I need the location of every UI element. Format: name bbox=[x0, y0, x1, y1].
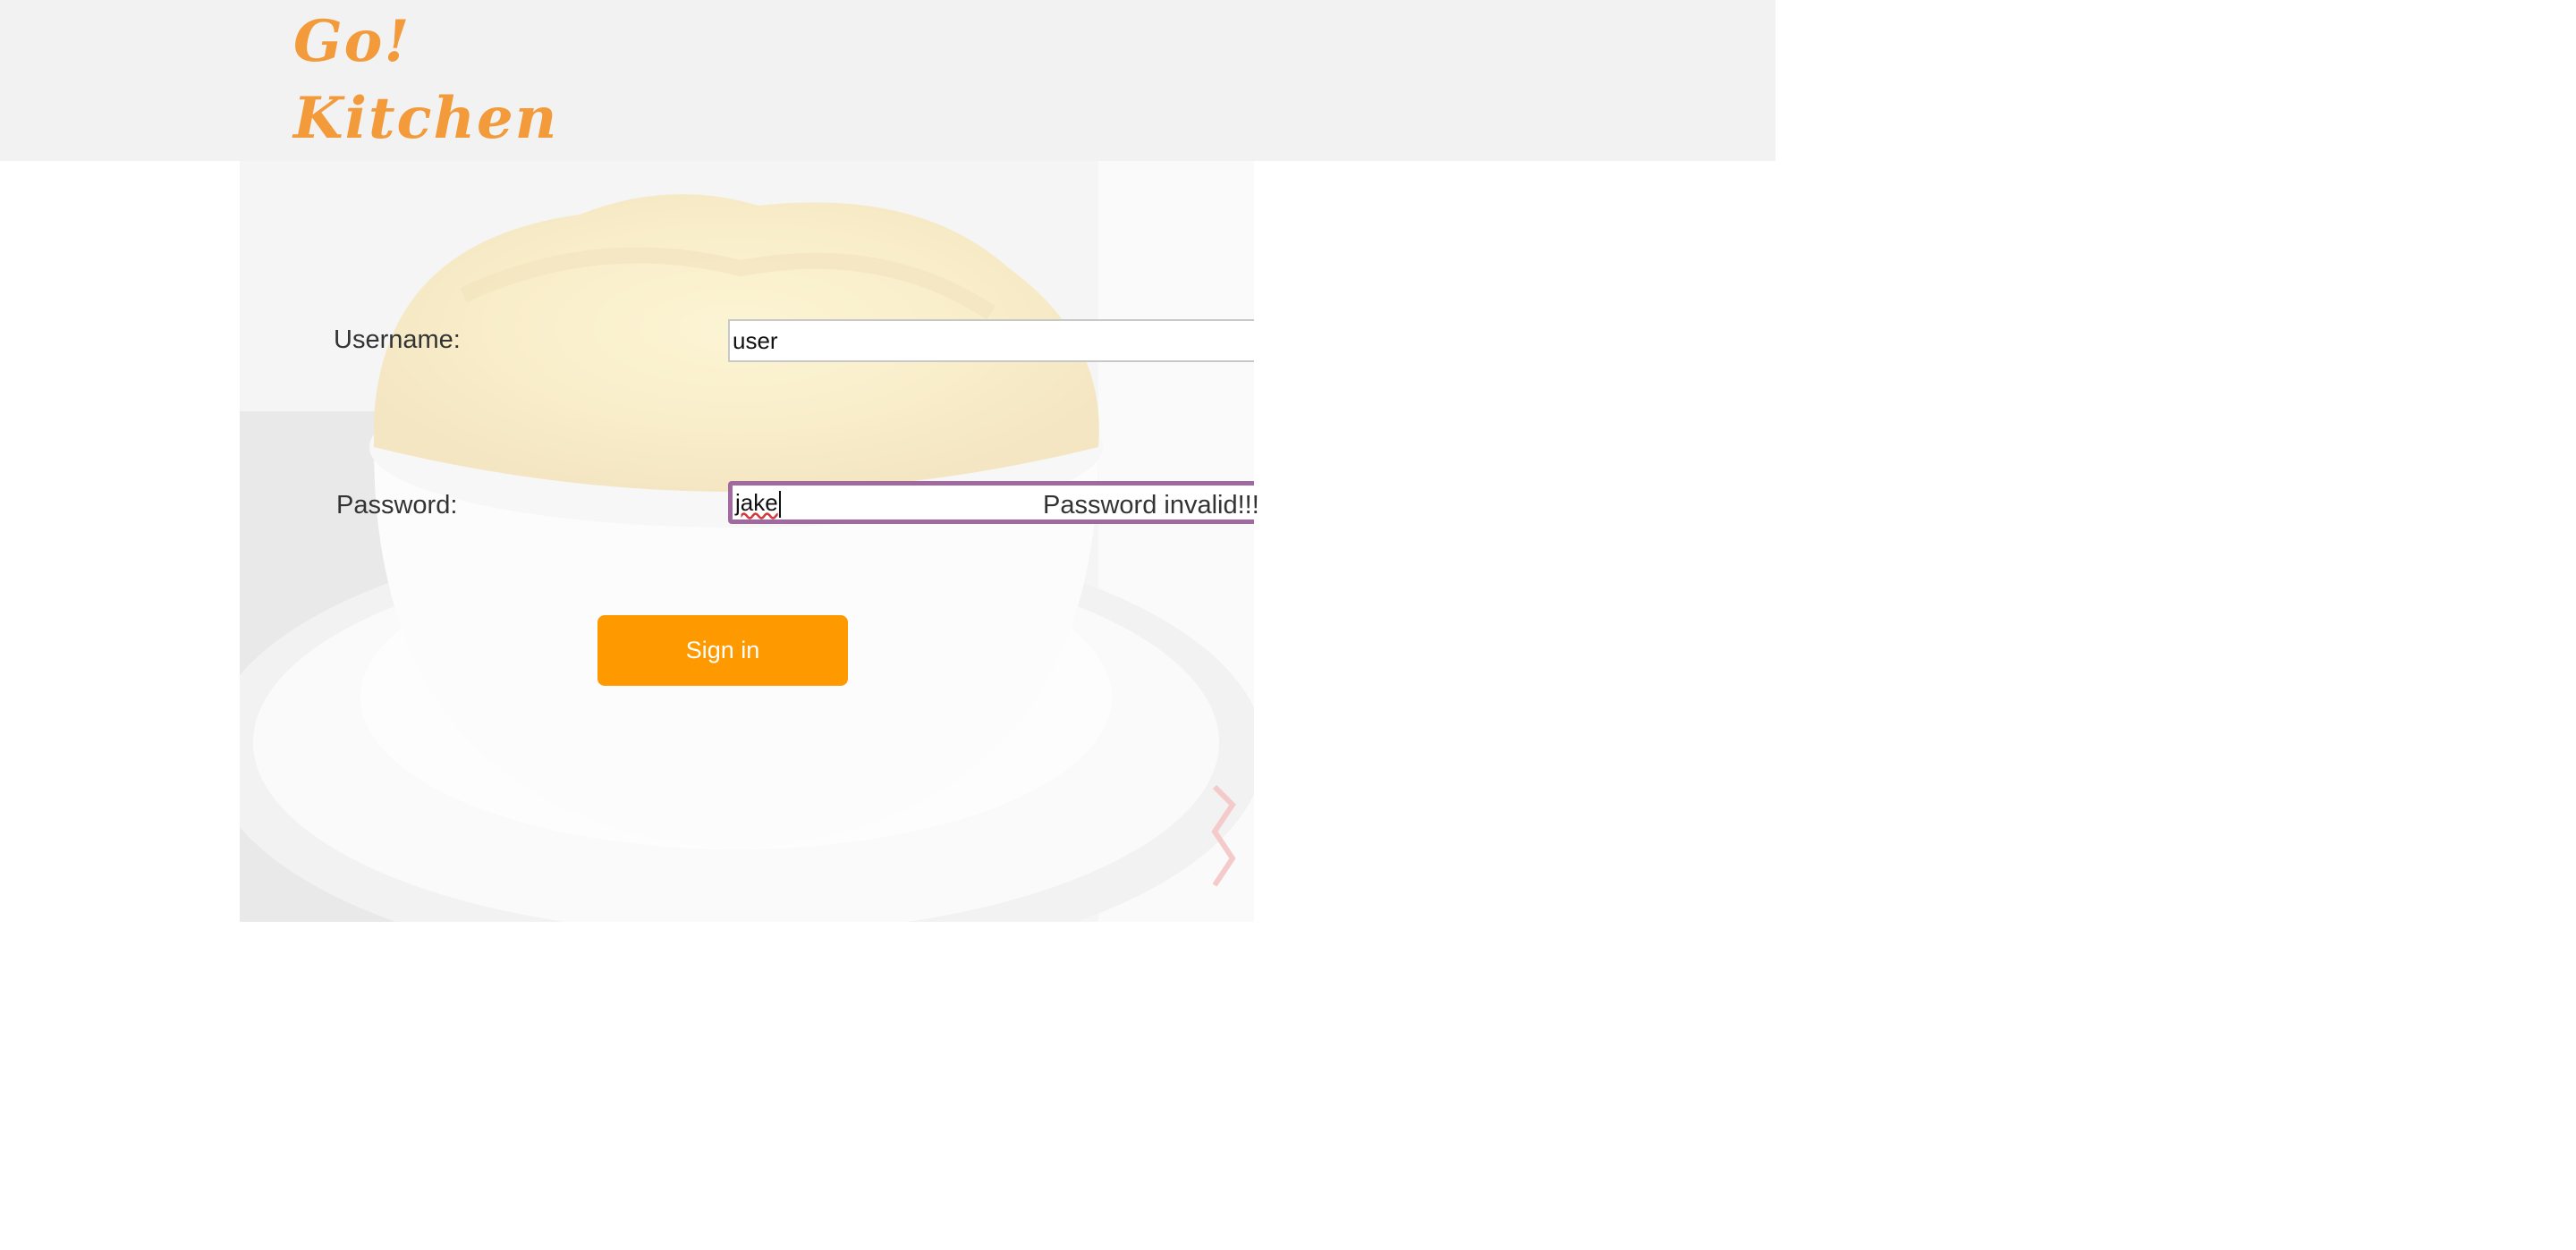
site-header: Go! Kitchen bbox=[0, 0, 1775, 161]
username-input[interactable]: user bbox=[728, 319, 1254, 362]
sign-in-button[interactable]: Sign in bbox=[597, 615, 848, 686]
text-caret bbox=[778, 491, 781, 519]
password-value: jake bbox=[735, 489, 778, 516]
username-label: Username: bbox=[334, 325, 461, 354]
logo-line-2: Kitchen bbox=[293, 85, 559, 152]
hero-overlay bbox=[240, 161, 1254, 922]
password-error-message: Password invalid!!! bbox=[1043, 491, 1259, 519]
hero-food-image: Username: user Password: jake bbox=[240, 161, 1254, 922]
sign-in-label: Sign in bbox=[685, 637, 760, 663]
site-logo[interactable]: Go! Kitchen bbox=[293, 4, 558, 157]
logo-line-1: Go! bbox=[293, 8, 411, 75]
username-value: user bbox=[733, 327, 778, 354]
password-label: Password: bbox=[336, 491, 458, 519]
